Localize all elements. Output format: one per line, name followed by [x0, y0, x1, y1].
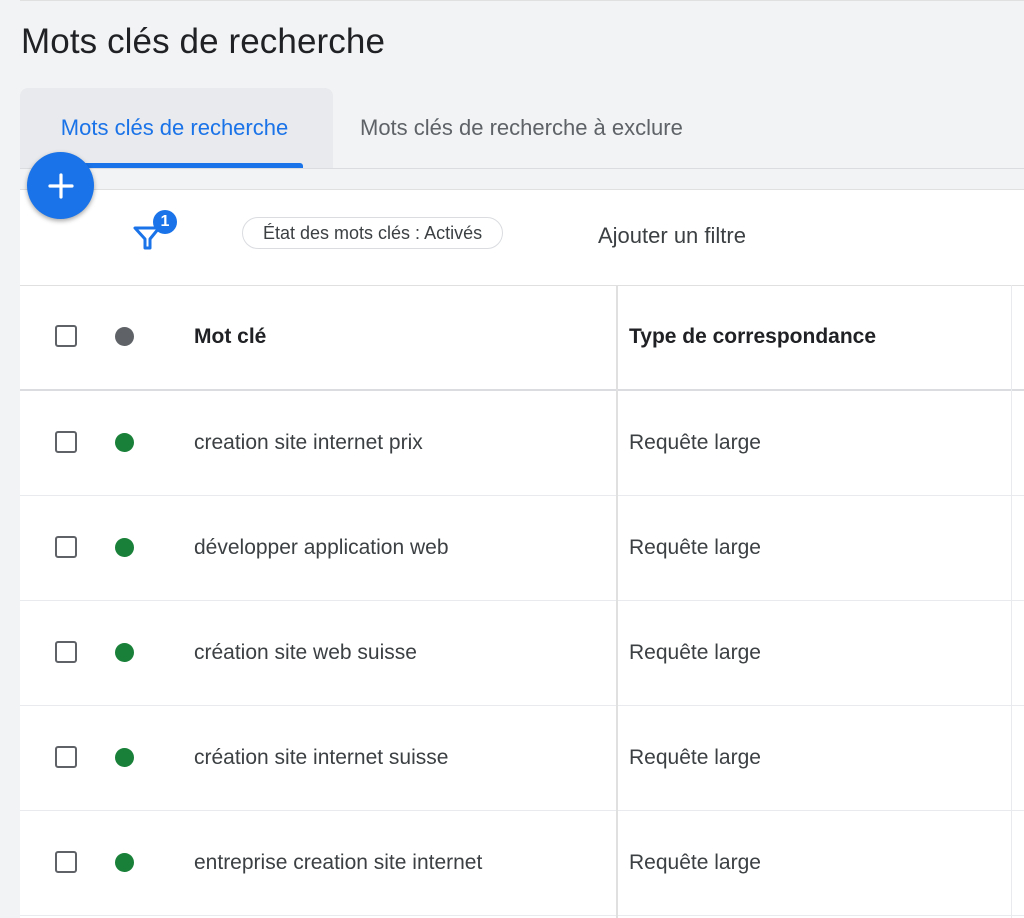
- match-type-cell[interactable]: Requête large: [629, 496, 761, 600]
- keyword-cell[interactable]: création site web suisse: [194, 601, 417, 705]
- status-enabled-dot: [115, 853, 134, 872]
- match-type-cell[interactable]: Requête large: [629, 391, 761, 495]
- status-column-icon: [115, 327, 134, 346]
- tab-search-keywords-label: Mots clés de recherche: [60, 115, 289, 140]
- tab-negative-keywords[interactable]: Mots clés de recherche à exclure: [360, 88, 683, 168]
- add-filter-link[interactable]: Ajouter un filtre: [598, 223, 746, 249]
- select-all-checkbox[interactable]: [55, 325, 77, 347]
- row-checkbox[interactable]: [55, 641, 77, 663]
- row-checkbox[interactable]: [55, 431, 77, 453]
- tab-negative-keywords-label: Mots clés de recherche à exclure: [360, 115, 683, 140]
- keyword-status-filter-chip[interactable]: État des mots clés : Activés: [242, 217, 504, 249]
- keywords-card: 1 État des mots clés : Activés Ajouter u…: [20, 189, 1024, 918]
- keyword-cell[interactable]: entreprise creation site internet: [194, 811, 482, 915]
- keyword-cell[interactable]: création site internet suisse: [194, 706, 448, 810]
- table-header-row: Mot clé Type de correspondance: [20, 285, 1024, 391]
- match-type-column-header[interactable]: Type de correspondance: [629, 285, 876, 389]
- filter-count-badge: 1: [153, 210, 177, 234]
- keyword-column-header[interactable]: Mot clé: [194, 285, 266, 389]
- filter-button[interactable]: 1: [133, 210, 177, 254]
- tab-bar: Mots clés de recherche Mots clés de rech…: [20, 88, 1024, 169]
- status-enabled-dot: [115, 643, 134, 662]
- keyword-cell[interactable]: creation site internet prix: [194, 391, 423, 495]
- add-keyword-button[interactable]: [27, 152, 94, 219]
- plus-icon: [47, 172, 74, 199]
- column-divider[interactable]: [616, 285, 618, 918]
- top-divider: [20, 0, 1024, 1]
- table-row: développer application web Requête large: [20, 496, 1024, 601]
- page-title: Mots clés de recherche: [21, 22, 386, 61]
- table-row: création site internet suisse Requête la…: [20, 706, 1024, 811]
- table-row: création site web suisse Requête large: [20, 601, 1024, 706]
- status-enabled-dot: [115, 748, 134, 767]
- row-checkbox[interactable]: [55, 851, 77, 873]
- row-checkbox[interactable]: [55, 746, 77, 768]
- match-type-cell[interactable]: Requête large: [629, 811, 761, 915]
- match-type-cell[interactable]: Requête large: [629, 706, 761, 810]
- status-enabled-dot: [115, 538, 134, 557]
- match-type-cell[interactable]: Requête large: [629, 601, 761, 705]
- column-divider[interactable]: [1011, 285, 1012, 918]
- status-enabled-dot: [115, 433, 134, 452]
- table-row: creation site internet prix Requête larg…: [20, 391, 1024, 496]
- row-checkbox[interactable]: [55, 536, 77, 558]
- keywords-table: Mot clé Type de correspondance creation …: [20, 285, 1024, 916]
- filter-bar: 1 État des mots clés : Activés Ajouter u…: [20, 190, 1024, 286]
- keyword-cell[interactable]: développer application web: [194, 496, 449, 600]
- table-row: entreprise creation site internet Requêt…: [20, 811, 1024, 916]
